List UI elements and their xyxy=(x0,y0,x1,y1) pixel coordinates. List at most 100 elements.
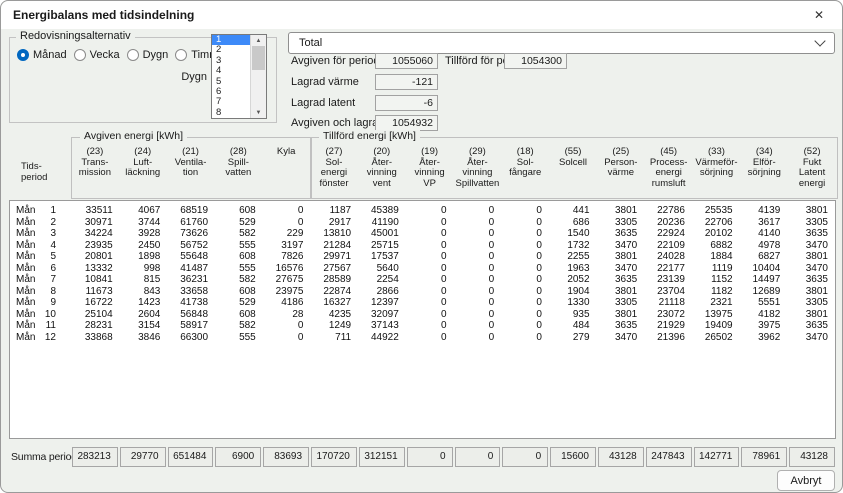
radio-option-månad[interactable]: Månad xyxy=(17,49,67,61)
table-cell: 1540 xyxy=(549,228,597,240)
table-cell: 0 xyxy=(501,251,549,263)
table-cell: 26502 xyxy=(692,332,740,344)
column-header: (55) Solcell xyxy=(549,144,597,189)
table-row[interactable]: Mån1025104260456848608284235320970009353… xyxy=(10,309,835,321)
table-cell: 14497 xyxy=(740,274,788,286)
table-row[interactable]: Mån2309713744617605290291741190000686330… xyxy=(10,217,835,229)
table-cell: 37143 xyxy=(358,320,406,332)
table-cell: 3470 xyxy=(597,240,645,252)
table-cell: 2604 xyxy=(120,309,168,321)
table-cell: 28231 xyxy=(72,320,120,332)
table-cell: 21284 xyxy=(310,240,358,252)
table-row[interactable]: Mån6133329984148755516576275675640000196… xyxy=(10,263,835,275)
table-cell: 3801 xyxy=(787,251,835,263)
column-header: (34) Elför- sörjning xyxy=(740,144,788,189)
table-row[interactable]: Mån3342243928736265822291381045001000154… xyxy=(10,228,835,240)
table-cell: 0 xyxy=(501,228,549,240)
listbox-item[interactable]: 4 xyxy=(212,66,250,76)
table-cell: 3975 xyxy=(740,320,788,332)
total-dropdown[interactable]: Total xyxy=(288,32,835,54)
table-cell: 1187 xyxy=(310,205,358,217)
table-cell: 0 xyxy=(406,297,454,309)
summary-value: 15600 xyxy=(550,447,596,467)
listbox-scrollbar[interactable]: ▲ ▼ xyxy=(250,35,266,118)
table-cell: 0 xyxy=(454,332,502,344)
table-cell: 815 xyxy=(120,274,168,286)
row-period-label: Mån11 xyxy=(10,320,72,332)
table-cell: 21118 xyxy=(644,297,692,309)
table-row[interactable]: Mån7108418153623158227675285892254000205… xyxy=(10,274,835,286)
column-header: (25) Person- värme xyxy=(597,144,645,189)
column-header: (24) Luft- läckning xyxy=(119,144,167,189)
period-word: Mån xyxy=(16,309,42,321)
table-cell: 3928 xyxy=(120,228,168,240)
summary-value: 43128 xyxy=(598,447,644,467)
table-cell: 582 xyxy=(215,274,263,286)
day-listbox-items: 12345678 xyxy=(212,35,250,118)
radio-option-dygn[interactable]: Dygn xyxy=(127,49,169,61)
table-row[interactable]: Mån9167221423417385294186163271239700013… xyxy=(10,297,835,309)
table-cell: 19409 xyxy=(692,320,740,332)
table-cell: 582 xyxy=(215,228,263,240)
day-listbox[interactable]: 12345678 ▲ ▼ xyxy=(211,34,267,119)
table-header-cells: Tids- period(23) Trans- mission(24) Luft… xyxy=(9,144,836,189)
table-cell: 3305 xyxy=(597,297,645,309)
table-cell: 608 xyxy=(215,251,263,263)
table-cell: 3635 xyxy=(787,228,835,240)
tillford-group-label: Tillförd energi [kWh] xyxy=(319,130,420,142)
table-cell: 0 xyxy=(454,274,502,286)
table-body[interactable]: Mån1335114067685196080118745389000441380… xyxy=(9,200,836,439)
period-word: Mån xyxy=(16,217,42,229)
table-cell: 21396 xyxy=(644,332,692,344)
table-row[interactable]: Mån1233868384666300555071144922000279347… xyxy=(10,332,835,344)
energy-balance-dialog: Energibalans med tidsindelning ✕ Redovis… xyxy=(0,0,843,493)
row-period-label: Mån1 xyxy=(10,205,72,217)
table-cell: 279 xyxy=(549,332,597,344)
table-cell: 3846 xyxy=(120,332,168,344)
table-cell: 23704 xyxy=(644,286,692,298)
table-cell: 56848 xyxy=(167,309,215,321)
table-cell: 0 xyxy=(501,205,549,217)
table-cell: 0 xyxy=(263,332,311,344)
table-cell: 0 xyxy=(454,228,502,240)
table-row[interactable]: Mån1335114067685196080118745389000441380… xyxy=(10,205,835,217)
table-cell: 3801 xyxy=(597,309,645,321)
table-cell: 4140 xyxy=(740,228,788,240)
table-row[interactable]: Mån5208011898556486087826299711753700022… xyxy=(10,251,835,263)
scroll-thumb[interactable] xyxy=(252,46,265,70)
row-period-label: Mån10 xyxy=(10,309,72,321)
table-cell: 6882 xyxy=(692,240,740,252)
redovisning-group-label: Redovisningsalternativ xyxy=(16,30,135,42)
table-cell: 843 xyxy=(120,286,168,298)
table-cell: 0 xyxy=(454,263,502,275)
table-cell: 12689 xyxy=(740,286,788,298)
scroll-up-icon[interactable]: ▲ xyxy=(256,35,262,46)
table-cell: 3635 xyxy=(597,320,645,332)
tillford-period-value: 1054300 xyxy=(504,53,567,69)
radio-option-vecka[interactable]: Vecka xyxy=(74,49,120,61)
table-header: Avgiven energi [kWh] Tillförd energi [kW… xyxy=(9,132,836,199)
dygn-label: Dygn xyxy=(173,71,207,83)
table-cell: 2917 xyxy=(310,217,358,229)
table-cell: 0 xyxy=(406,309,454,321)
listbox-item[interactable]: 8 xyxy=(212,108,250,118)
column-header: (29) Åter- vinning Spillvatten xyxy=(454,144,502,189)
table-row[interactable]: Mån1128231315458917582012493714300048436… xyxy=(10,320,835,332)
scroll-down-icon[interactable]: ▼ xyxy=(256,107,262,118)
cancel-button[interactable]: Avbryt xyxy=(777,470,835,491)
row-period-label: Mån4 xyxy=(10,240,72,252)
table-cell: 0 xyxy=(406,274,454,286)
summary-value: 43128 xyxy=(789,447,835,467)
summary-value: 0 xyxy=(407,447,453,467)
table-cell: 23139 xyxy=(644,274,692,286)
column-header: (19) Åter- vinning VP xyxy=(406,144,454,189)
table-cell: 0 xyxy=(501,217,549,229)
table-row[interactable]: Mån8116738433365860823975228742866000190… xyxy=(10,286,835,298)
table-cell: 2254 xyxy=(358,274,406,286)
table-row[interactable]: Mån4239352450567525553197212842571500017… xyxy=(10,240,835,252)
table-cell: 3635 xyxy=(787,320,835,332)
close-icon[interactable]: ✕ xyxy=(796,1,842,29)
table-cell: 23935 xyxy=(72,240,120,252)
table-cell: 0 xyxy=(406,217,454,229)
table-cell: 0 xyxy=(454,251,502,263)
